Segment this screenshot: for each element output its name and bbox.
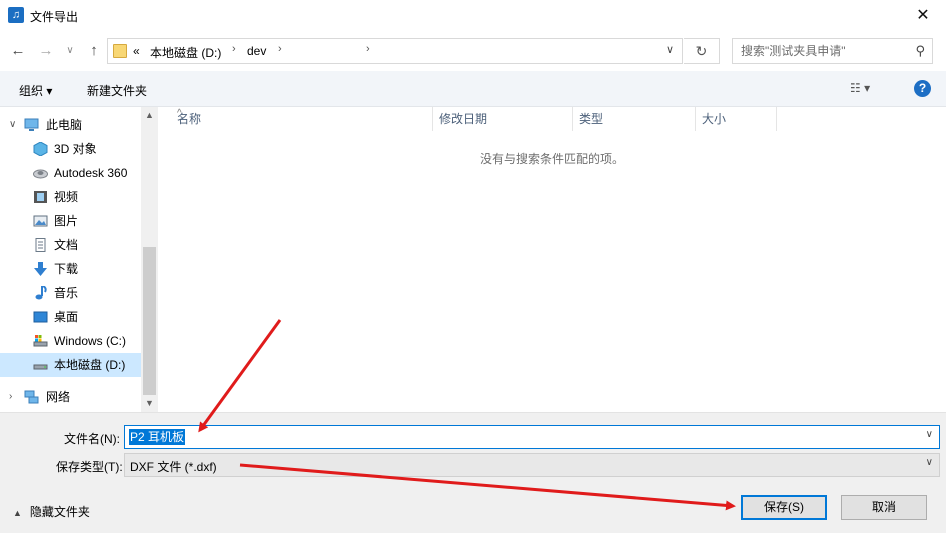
this-pc-icon [24, 118, 39, 131]
sidebar-item-label: 此电脑 [46, 118, 83, 132]
up-button[interactable]: ↑ [84, 40, 104, 62]
command-toolbar: 组织 ▾ 新建文件夹 ☷ ▾ ? [0, 71, 946, 107]
column-header-type[interactable]: 类型 [573, 107, 696, 131]
sidebar-item-music[interactable]: 音乐 [0, 281, 141, 305]
breadcrumb-separator[interactable]: › [366, 43, 370, 55]
expand-caret-icon[interactable]: › [9, 385, 12, 409]
sidebar-item-network[interactable]: › 网络 [0, 385, 141, 409]
downloads-icon [34, 262, 47, 276]
3d-objects-icon [33, 142, 48, 156]
filetype-value: DXF 文件 (*.dxf) [130, 460, 217, 474]
hide-folders-toggle[interactable]: ▲ 隐藏文件夹 [13, 503, 90, 520]
hide-folders-label: 隐藏文件夹 [29, 505, 90, 519]
organize-menu[interactable]: 组织 ▾ [19, 82, 52, 99]
column-header-name[interactable]: 名称 ^ [171, 107, 433, 131]
column-header-size[interactable]: 大小 [696, 107, 777, 131]
scroll-down-icon[interactable]: ▼ [141, 395, 158, 412]
sidebar-item-label: Windows (C:) [54, 334, 127, 348]
filetype-select[interactable]: DXF 文件 (*.dxf) ∨ [124, 453, 940, 477]
navigation-bar: ← → ∨ ↑ « 本地磁盘 (D:) › dev › › ∨ ↻ ⚲ [0, 31, 946, 71]
videos-icon [34, 191, 47, 203]
breadcrumb-overflow[interactable]: « [133, 44, 140, 58]
autodesk-360-icon [33, 169, 48, 179]
sidebar-item-pictures[interactable]: 图片 [0, 209, 141, 233]
sidebar-item-label: 视频 [54, 190, 79, 204]
search-input[interactable] [733, 39, 908, 63]
scroll-up-icon[interactable]: ▲ [141, 107, 158, 124]
empty-results-message: 没有与搜索条件匹配的项。 [479, 152, 624, 166]
chevron-down-icon[interactable]: ∨ [926, 457, 933, 468]
sidebar-item-3d-objects[interactable]: 3D 对象 [0, 137, 141, 161]
sort-ascending-icon: ^ [177, 108, 182, 119]
folder-icon [113, 44, 127, 58]
new-folder-button[interactable]: 新建文件夹 [87, 82, 147, 99]
column-label: 类型 [579, 112, 604, 126]
filename-field[interactable]: P2 耳机板 ∨ [124, 425, 940, 449]
view-options-icon[interactable]: ☷ ▾ [850, 81, 870, 95]
window-title: 文件导出 [30, 10, 79, 24]
sidebar-item-label: 下载 [54, 262, 79, 276]
refresh-button[interactable]: ↻ [684, 38, 720, 64]
sidebar-item-label: 图片 [54, 214, 79, 228]
save-form: 文件名(N): P2 耳机板 ∨ 保存类型(T): DXF 文件 (*.dxf)… [0, 412, 946, 533]
recent-locations-button[interactable]: ∨ [60, 40, 80, 62]
back-button[interactable]: ← [8, 40, 28, 62]
breadcrumb-separator[interactable]: › [278, 43, 282, 55]
column-header-date[interactable]: 修改日期 [433, 107, 573, 131]
desktop-icon [33, 311, 48, 323]
help-icon[interactable]: ? [914, 80, 931, 97]
chevron-down-icon[interactable]: ∨ [926, 429, 933, 440]
breadcrumb-dev[interactable]: dev [247, 44, 266, 58]
column-label: 大小 [702, 112, 727, 126]
sidebar-item-desktop[interactable]: 桌面 [0, 305, 141, 329]
sidebar-item-downloads[interactable]: 下载 [0, 257, 141, 281]
search-box[interactable]: ⚲ [732, 38, 933, 64]
documents-icon [35, 238, 46, 252]
sidebar-item-this-pc[interactable]: ∨ 此电脑 [0, 113, 141, 137]
sidebar-item-drive-c[interactable]: Windows (C:) [0, 329, 141, 353]
filename-value[interactable]: P2 耳机板 [129, 429, 186, 445]
sidebar-item-label: 桌面 [54, 310, 79, 324]
title-bar: ♫ 文件导出 ✕ [0, 0, 946, 31]
collapse-caret-icon[interactable]: ∨ [9, 113, 16, 137]
filetype-label: 保存类型(T): [56, 460, 123, 474]
chevron-down-icon[interactable]: ∨ [666, 43, 674, 56]
save-button[interactable]: 保存(S) [741, 495, 827, 520]
column-label: 修改日期 [439, 112, 488, 126]
search-icon[interactable]: ⚲ [915, 43, 925, 59]
sidebar-item-label: 文档 [54, 238, 79, 252]
filename-label: 文件名(N): [64, 432, 120, 446]
pictures-icon [33, 215, 48, 227]
drive-c-icon [33, 335, 48, 347]
close-button[interactable]: ✕ [900, 0, 946, 31]
address-bar[interactable]: « 本地磁盘 (D:) › dev › › ∨ [107, 38, 683, 64]
music-icon [35, 286, 47, 300]
sidebar-item-autodesk-360[interactable]: Autodesk 360 [0, 161, 141, 185]
sidebar-scrollbar[interactable]: ▲ ▼ [141, 107, 158, 412]
forward-button[interactable]: → [36, 40, 56, 62]
cancel-button[interactable]: 取消 [841, 495, 927, 520]
caret-up-icon: ▲ [13, 508, 22, 518]
sidebar-item-label: 3D 对象 [54, 142, 97, 156]
navigation-pane: ∨ 此电脑 3D 对象 Autodesk 360 视频 图片 文档 下载 音乐 … [0, 107, 158, 412]
sidebar-item-videos[interactable]: 视频 [0, 185, 141, 209]
breadcrumb-drive-d[interactable]: 本地磁盘 (D:) [150, 44, 221, 61]
sidebar-item-label: Autodesk 360 [54, 166, 128, 180]
sidebar-item-label: 音乐 [54, 286, 79, 300]
file-list[interactable]: 名称 ^ 修改日期 类型 大小 没有与搜索条件匹配的项。 [158, 107, 946, 412]
sidebar-item-label: 网络 [46, 390, 71, 404]
sidebar-item-label: 本地磁盘 (D:) [54, 358, 126, 372]
drive-d-icon [33, 364, 48, 370]
sidebar-item-documents[interactable]: 文档 [0, 233, 141, 257]
sidebar-item-drive-d[interactable]: 本地磁盘 (D:) [0, 353, 141, 377]
network-icon [24, 390, 39, 404]
scrollbar-thumb[interactable] [143, 247, 156, 395]
app-music-icon: ♫ [8, 7, 24, 23]
breadcrumb-separator[interactable]: › [232, 43, 236, 55]
